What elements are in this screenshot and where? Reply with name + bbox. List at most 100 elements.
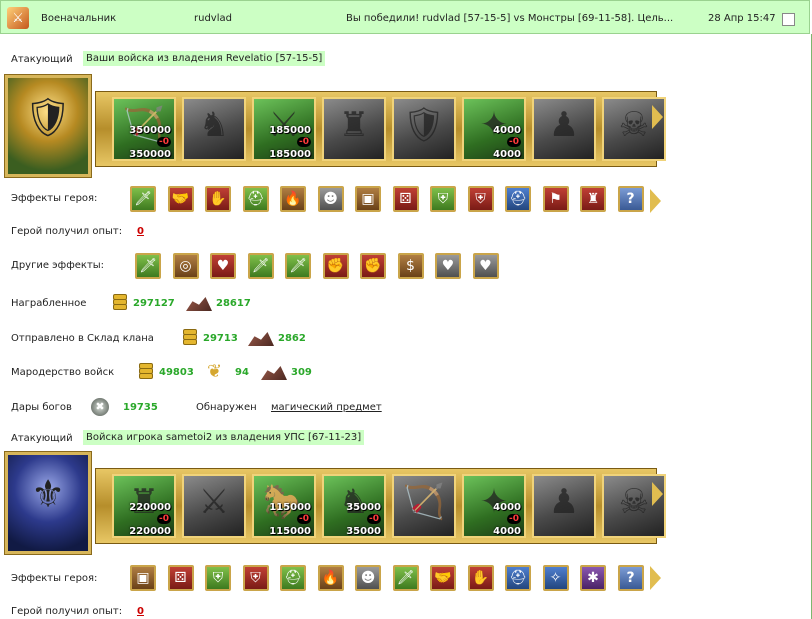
unit-strip-2: ♜ 220000 -0 220000 ⚔ 🐎 115000 -0 115000 ♞ 35000 -0 3…: [95, 468, 666, 544]
chest-icon[interactable]: ▣: [130, 565, 156, 591]
sword-icon[interactable]: 🗡: [392, 565, 419, 591]
unit-slot[interactable]: ♞: [182, 97, 246, 161]
army-title: Ваши войска из владения Revelatio [57-15…: [83, 51, 326, 66]
sword-icon[interactable]: 🗡: [135, 253, 161, 279]
handshake-icon[interactable]: 🤝: [430, 565, 456, 591]
dice-icon[interactable]: ⚄: [392, 186, 419, 212]
message-header[interactable]: ⚔ Военачальник rudvlad Вы победили! rudv…: [0, 0, 810, 34]
hero-knight-icon: ⚜: [30, 472, 66, 517]
unit-slot[interactable]: ♟: [532, 97, 596, 161]
handshake-shield-icon[interactable]: ⛨: [242, 565, 269, 591]
hero-knight-icon: 🛡: [23, 95, 73, 140]
magic-item-link[interactable]: магический предмет: [271, 402, 382, 413]
unit-slot[interactable]: ✦ 4000 -0 4000: [462, 97, 526, 161]
unit-count-before: 350000: [129, 125, 171, 136]
gold-icon: [111, 294, 127, 312]
looted-label: Награбленное: [11, 298, 87, 309]
unit-count-before: 115000: [269, 502, 311, 513]
unit-figure-icon: ☠: [618, 105, 650, 145]
unit-slot[interactable]: ♜ 220000 -0 220000: [112, 474, 176, 538]
unit-losses: -0: [297, 137, 311, 147]
sword-icon[interactable]: 🗡: [285, 253, 311, 279]
unit-figure-icon: ♞: [198, 105, 230, 145]
question-icon[interactable]: ?: [617, 565, 644, 591]
unit-slot[interactable]: 🛡: [392, 97, 456, 161]
ore-icon: [248, 332, 274, 346]
armor-icon[interactable]: ♜: [580, 186, 606, 212]
scroll-right-arrow-icon[interactable]: [652, 105, 663, 129]
grain-icon: ❦: [207, 361, 223, 382]
unit-slot[interactable]: 🏹: [392, 474, 456, 538]
unit-figure-icon: ⚔: [198, 482, 230, 522]
spider-icon[interactable]: ✱: [580, 565, 606, 591]
battle-swords-icon: ⚔: [7, 7, 29, 29]
unit-count-after: 185000: [269, 149, 311, 160]
ring-icon[interactable]: ◎: [172, 253, 199, 279]
hand-icon[interactable]: ✋: [467, 565, 494, 591]
unit-losses: -0: [157, 514, 171, 524]
unit-slot[interactable]: ⚔: [182, 474, 246, 538]
exp-value-link-2[interactable]: 0: [137, 606, 144, 617]
hero-portrait[interactable]: 🛡: [4, 74, 92, 178]
unit-slot[interactable]: 🏹 350000 -0 350000: [112, 97, 176, 161]
dice-icon[interactable]: ⚄: [167, 565, 194, 591]
coin-bag-icon[interactable]: $: [397, 253, 424, 279]
sword-icon[interactable]: 🗡: [130, 186, 156, 212]
helmet-icon[interactable]: ⛑: [280, 565, 306, 591]
fire-icon[interactable]: 🔥: [280, 186, 306, 212]
heart-icon[interactable]: ♥: [472, 253, 499, 279]
mask-icon[interactable]: ☻: [355, 565, 381, 591]
unit-count-before: 220000: [129, 502, 171, 513]
scroll-right-arrow-icon[interactable]: [652, 482, 663, 506]
amulet-icon[interactable]: ✧: [542, 565, 569, 591]
sent-gold-value: 29713: [203, 333, 238, 344]
unit-count-after: 4000: [493, 526, 521, 537]
knight-helmet-icon[interactable]: ⛑: [505, 186, 531, 212]
effects-scroll-arrow-icon[interactable]: [650, 566, 661, 590]
attacker-label: Атакующий: [11, 54, 73, 65]
fire-icon[interactable]: 🔥: [317, 565, 344, 591]
header-message[interactable]: Вы победили! rudvlad [57-15-5] vs Монстр…: [346, 13, 673, 24]
shield-icon[interactable]: ⛨: [205, 565, 231, 591]
unit-slot[interactable]: ⚔ 185000 -0 185000: [252, 97, 316, 161]
question-icon[interactable]: ?: [617, 186, 644, 212]
looted-ore-value: 28617: [216, 298, 251, 309]
hero-portrait-2[interactable]: ⚜: [4, 451, 92, 555]
looted-gold-value: 297127: [133, 298, 175, 309]
unit-figure-icon: ♟: [548, 105, 580, 145]
hero-effects-label: Эффекты героя:: [11, 193, 98, 204]
unit-slot[interactable]: 🐎 115000 -0 115000: [252, 474, 316, 538]
heart-icon[interactable]: ♥: [435, 253, 461, 279]
unit-slot[interactable]: ♜: [322, 97, 386, 161]
unit-slot[interactable]: ✦ 4000 -0 4000: [462, 474, 526, 538]
knight-helmet-icon[interactable]: ⛑: [505, 565, 531, 591]
helmet-icon[interactable]: ⛑: [242, 186, 269, 212]
army-title-2: Войска игрока sametoi2 из владения УПС […: [83, 430, 365, 445]
unit-figure-icon: ♜: [338, 105, 370, 145]
marauding-label: Мародерство войск: [11, 367, 115, 378]
hand-icon[interactable]: ✋: [205, 186, 231, 212]
chest-icon[interactable]: ▣: [355, 186, 381, 212]
banner-icon[interactable]: ⚑: [542, 186, 569, 212]
sent-label: Отправлено в Склад клана: [11, 333, 154, 344]
exp-value-link[interactable]: 0: [137, 226, 144, 237]
unit-count-after: 35000: [346, 526, 381, 537]
fist-icon[interactable]: ✊: [360, 253, 386, 279]
handshake-shield-icon[interactable]: ⛨: [467, 186, 494, 212]
unit-count-after: 4000: [493, 149, 521, 160]
effects-scroll-arrow-icon[interactable]: [650, 189, 661, 213]
unit-slot[interactable]: ♞ 35000 -0 35000: [322, 474, 386, 538]
unit-count-before: 4000: [493, 502, 521, 513]
unit-slot[interactable]: ♟: [532, 474, 596, 538]
header-title: Военачальник: [41, 13, 117, 24]
unit-figure-icon: 🏹: [402, 482, 446, 522]
mask-icon[interactable]: ☻: [317, 186, 344, 212]
shield-icon[interactable]: ⛨: [430, 186, 456, 212]
heart-sword-icon[interactable]: ♥: [210, 253, 236, 279]
unit-losses: -0: [507, 137, 521, 147]
sword-icon[interactable]: 🗡: [247, 253, 274, 279]
select-checkbox[interactable]: [782, 13, 795, 26]
handshake-icon[interactable]: 🤝: [167, 186, 194, 212]
sword-fist-icon[interactable]: ✊: [322, 253, 349, 279]
attacker-label-2: Атакующий: [11, 433, 73, 444]
